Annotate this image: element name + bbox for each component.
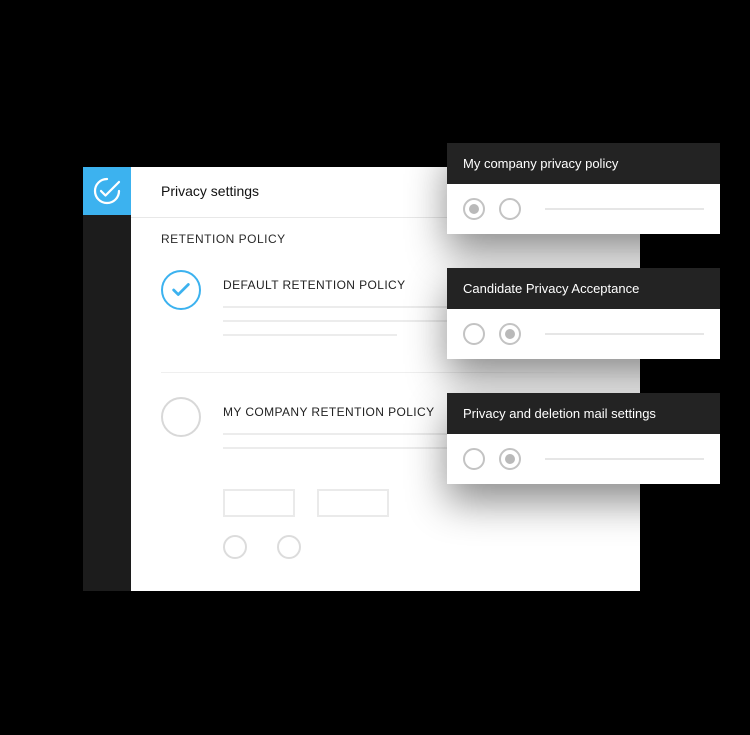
radio-option[interactable] [463, 448, 485, 470]
card-mail-settings[interactable]: Privacy and deletion mail settings [447, 393, 720, 484]
card-privacy-policy[interactable]: My company privacy policy [447, 143, 720, 234]
radio-selected-icon[interactable] [161, 270, 201, 310]
input-placeholder[interactable] [317, 489, 389, 517]
radio-option[interactable] [499, 448, 521, 470]
logo-tile[interactable] [83, 167, 131, 215]
radio-option[interactable] [223, 535, 247, 559]
card-header: Privacy and deletion mail settings [447, 393, 720, 434]
radio-option[interactable] [463, 198, 485, 220]
placeholder-line [545, 458, 704, 460]
placeholder-line [223, 334, 397, 336]
radio-empty-icon[interactable] [161, 397, 201, 437]
check-circle-icon [92, 176, 122, 206]
radio-option[interactable] [499, 323, 521, 345]
sub-radios [161, 517, 610, 559]
card-candidate-acceptance[interactable]: Candidate Privacy Acceptance [447, 268, 720, 359]
sidebar [83, 167, 131, 591]
card-body [447, 184, 720, 234]
card-header: My company privacy policy [447, 143, 720, 184]
radio-option[interactable] [499, 198, 521, 220]
card-header: Candidate Privacy Acceptance [447, 268, 720, 309]
radio-option[interactable] [277, 535, 301, 559]
radio-option[interactable] [463, 323, 485, 345]
card-body [447, 309, 720, 359]
input-placeholder[interactable] [223, 489, 295, 517]
sub-controls [161, 485, 610, 517]
card-body [447, 434, 720, 484]
divider [161, 372, 610, 373]
checkmark-icon [170, 279, 192, 301]
placeholder-line [545, 333, 704, 335]
placeholder-line [223, 447, 463, 449]
placeholder-line [545, 208, 704, 210]
